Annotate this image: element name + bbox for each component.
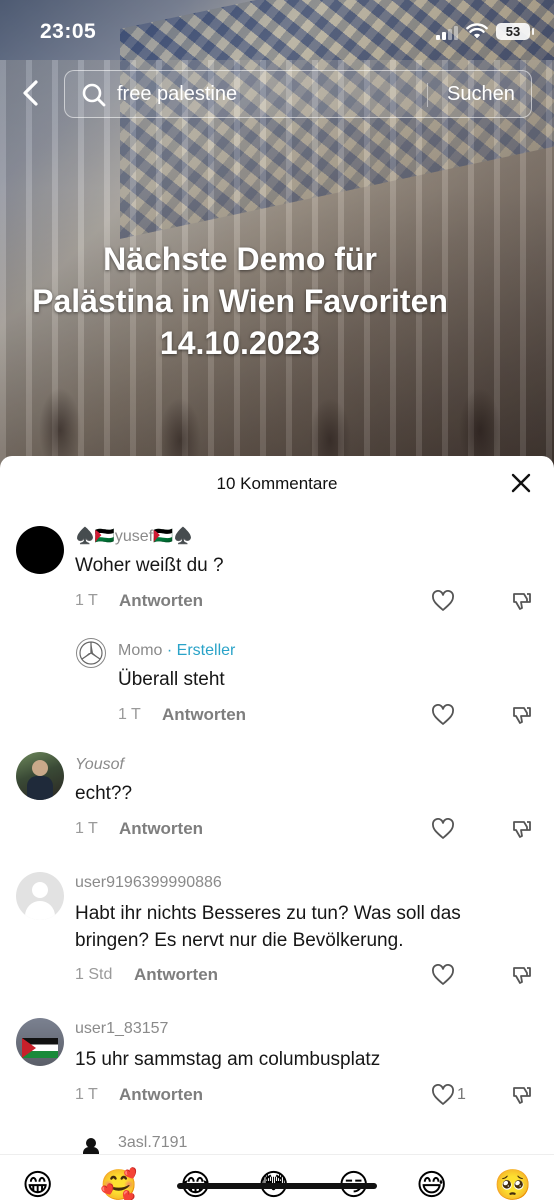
search-icon xyxy=(82,83,106,107)
comment-text: echt?? xyxy=(75,783,133,804)
caption-line: Palästina in Wien Favoriten xyxy=(32,283,448,319)
video-caption: Nächste Demo für Palästina in Wien Favor… xyxy=(0,238,480,364)
reply-button[interactable]: Antworten xyxy=(119,591,203,611)
comment-username[interactable]: ♠️🇵🇸yusef🇵🇸♠️ xyxy=(75,526,193,546)
heart-icon[interactable] xyxy=(431,964,455,986)
comment-text: 15 uhr sammstag am columbusplatz xyxy=(75,1049,381,1070)
avatar[interactable] xyxy=(16,872,64,920)
comment-username[interactable]: Yousof xyxy=(75,756,124,774)
comment-time: 1 T xyxy=(118,706,141,723)
comment-username[interactable]: 3asl.7191 xyxy=(118,1134,187,1152)
emoji-button[interactable]: 🥰 xyxy=(100,1169,137,1200)
comment-time: 1 T xyxy=(75,592,98,609)
search-bar[interactable]: free palestine Suchen xyxy=(64,70,532,118)
heart-icon[interactable] xyxy=(431,590,455,612)
comment-username[interactable]: user9196399990886 xyxy=(75,874,222,892)
star-logo-icon xyxy=(78,640,103,665)
avatar[interactable] xyxy=(16,526,64,574)
comment-username-text[interactable]: Momo xyxy=(118,642,162,659)
avatar[interactable] xyxy=(76,638,106,668)
comment-text: Habt ihr nichts Besseres zu tun? Was sol… xyxy=(75,903,461,951)
comment-time: 1 T xyxy=(75,820,98,837)
comments-sheet: 10 Kommentare ♠️🇵🇸yusef🇵🇸♠️ Woher weißt … xyxy=(0,456,554,1200)
comment-time: 1 Std xyxy=(75,966,113,983)
like-count: 1 xyxy=(457,1086,466,1103)
reply-button[interactable]: Antworten xyxy=(119,1085,203,1105)
thumbs-down-icon[interactable] xyxy=(511,590,533,612)
cellular-signal-icon xyxy=(436,26,458,40)
search-divider xyxy=(427,83,428,107)
comment-username: Momo · Ersteller xyxy=(118,642,235,660)
thumbs-down-icon[interactable] xyxy=(511,1084,533,1106)
search-button[interactable]: Suchen xyxy=(447,83,515,106)
wifi-icon xyxy=(466,23,488,39)
thumbs-down-icon[interactable] xyxy=(511,704,533,726)
reply-button[interactable]: Antworten xyxy=(162,705,246,725)
comment-text: Woher weißt du ? xyxy=(75,555,224,576)
emoji-button[interactable]: 🥺 xyxy=(494,1169,531,1200)
comment-text: Überall steht xyxy=(118,669,225,690)
comment-time: 1 T xyxy=(75,1086,98,1103)
emoji-button[interactable]: 😅 xyxy=(416,1169,447,1200)
status-time: 23:05 xyxy=(40,20,97,43)
caption-line: Nächste Demo für xyxy=(103,241,377,277)
close-icon[interactable] xyxy=(510,472,532,494)
battery-indicator: 53 xyxy=(496,23,534,40)
heart-icon[interactable] xyxy=(431,1084,455,1106)
emoji-quick-bar: 😁 🥰 😂 😳 😏 😅 🥺 xyxy=(0,1154,554,1200)
heart-icon[interactable] xyxy=(431,818,455,840)
thumbs-down-icon[interactable] xyxy=(511,964,533,986)
search-input[interactable]: free palestine xyxy=(117,83,237,106)
caption-line: 14.10.2023 xyxy=(159,325,321,361)
creator-badge: · Ersteller xyxy=(166,642,236,659)
emoji-button[interactable]: 😁 xyxy=(22,1169,53,1200)
thumbs-down-icon[interactable] xyxy=(511,818,533,840)
reply-button[interactable]: Antworten xyxy=(119,819,203,839)
avatar[interactable] xyxy=(16,1018,64,1066)
comments-count-title: 10 Kommentare xyxy=(216,474,338,493)
back-arrow-icon[interactable] xyxy=(14,76,48,110)
avatar[interactable] xyxy=(16,752,64,800)
heart-icon[interactable] xyxy=(431,704,455,726)
status-bar: 23:05 53 xyxy=(0,0,554,64)
reply-button[interactable]: Antworten xyxy=(134,965,218,985)
home-indicator[interactable] xyxy=(177,1183,377,1189)
comment-username[interactable]: user1_83157 xyxy=(75,1020,168,1038)
